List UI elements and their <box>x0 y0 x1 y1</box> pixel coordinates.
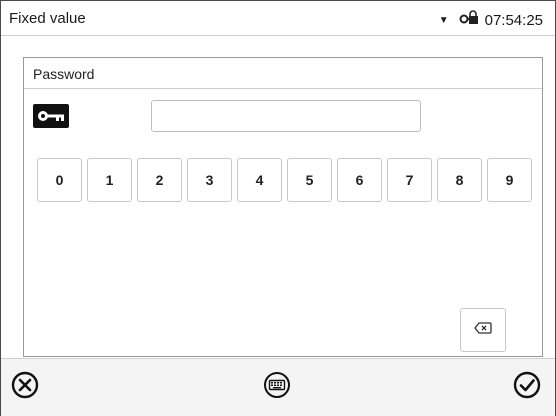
digit-button-2[interactable]: 2 <box>137 158 182 202</box>
device-screen: Fixed value ▼ 07:54:25 Password 0 1 2 3 … <box>0 0 556 416</box>
dialog-title: Password <box>33 66 95 82</box>
password-input[interactable] <box>151 100 421 132</box>
cancel-circle-icon <box>10 370 40 405</box>
cancel-button[interactable] <box>5 367 45 407</box>
status-title: Fixed value <box>9 10 86 27</box>
keyboard-icon <box>262 370 292 405</box>
digit-button-0[interactable]: 0 <box>37 158 82 202</box>
dialog-divider <box>24 88 542 89</box>
backspace-button[interactable] <box>460 308 506 352</box>
dropdown-caret-icon[interactable]: ▼ <box>439 15 449 26</box>
backspace-icon <box>474 321 492 339</box>
digit-button-9[interactable]: 9 <box>487 158 532 202</box>
confirm-button[interactable] <box>507 367 547 407</box>
bottom-toolbar <box>1 358 555 416</box>
digit-button-5[interactable]: 5 <box>287 158 332 202</box>
digit-button-3[interactable]: 3 <box>187 158 232 202</box>
status-bar: Fixed value ▼ 07:54:25 <box>1 1 555 36</box>
key-icon <box>33 104 69 128</box>
digit-button-8[interactable]: 8 <box>437 158 482 202</box>
status-right: ▼ 07:54:25 <box>439 10 543 30</box>
lock-key-icon <box>459 10 481 30</box>
digit-button-7[interactable]: 7 <box>387 158 432 202</box>
digit-button-6[interactable]: 6 <box>337 158 382 202</box>
confirm-check-icon <box>512 370 542 405</box>
digit-button-1[interactable]: 1 <box>87 158 132 202</box>
keyboard-button[interactable] <box>257 367 297 407</box>
password-dialog: Password 0 1 2 3 4 5 6 7 8 9 <box>23 57 543 357</box>
status-time: 07:54:25 <box>484 11 543 29</box>
digit-button-4[interactable]: 4 <box>237 158 282 202</box>
digit-keypad: 0 1 2 3 4 5 6 7 8 9 <box>37 158 532 202</box>
